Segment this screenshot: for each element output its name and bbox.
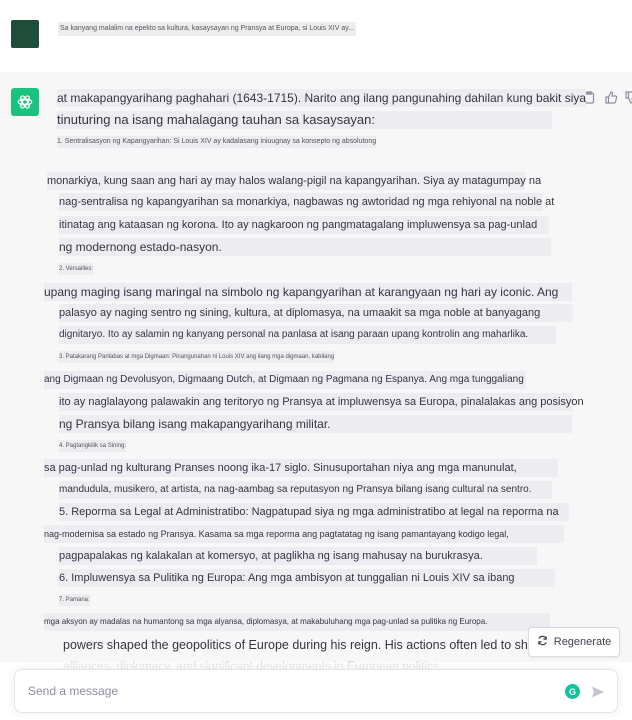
response-line: at makapangyarihang paghahari (1643-1715… [57,89,587,107]
response-line: upang maging isang maringal na simbolo n… [44,283,572,301]
regenerate-button[interactable]: Regenerate [528,627,620,657]
response-line: 2. Versailles: [59,263,94,275]
regenerate-label: Regenerate [553,636,612,648]
response-line: ito ay naglalayong palawakin ang teritor… [59,393,584,411]
response-line: pagpapalakas ng kalakalan at komersyo, a… [59,547,537,565]
response-line: 5. Reporma sa Legal at Administratibo: N… [59,503,569,521]
response-line: 7. Pamana: [59,594,90,606]
message-input-placeholder: Send a message [28,684,119,698]
message-input[interactable]: Send a message G [14,669,618,713]
response-line: mga aksyon ay madalas na humantong sa mg… [44,613,550,631]
response-line: ang Digmaan ng Devolusyon, Digmaang Dutc… [44,371,526,389]
response-line: ng modernong estado-nasyon. [59,238,551,256]
user-message-text: Sa kanyang malalim na epekto sa kultura,… [58,22,357,36]
response-line: 4. Pagtangkilik sa Sining: [59,440,127,452]
response-line: nag-sentralisa ng kapangyarihan sa monar… [59,193,554,211]
response-line: powers shaped the geopolitics of Europe … [63,638,558,652]
user-avatar [11,20,39,48]
response-line: monarkiya, kung saan ang hari ay may hal… [47,172,541,190]
response-line: dignitaryo. Ito ay salamin ng kanyang pe… [59,326,556,344]
response-line: nag-modernisa sa estado ng Pransya. Kasa… [44,525,564,543]
response-line: itinatag ang kataasan ng korona. Ito ay … [59,216,549,234]
response-line: 3. Patakarang Panlabas at mga Digmaan: P… [59,351,335,363]
thumbs-up-icon[interactable] [604,90,618,104]
grammarly-icon[interactable]: G [565,684,580,699]
refresh-icon [537,635,548,649]
response-line: sa pag-unlad ng kulturang Pranses noong … [44,459,558,477]
response-line: ng Pransya bilang isang makapangyarihang… [59,415,572,433]
response-line: 1. Sentralisasyon ng Kapangyarihan: Si L… [57,136,377,148]
response-line: 6. Impluwensya sa Pulitika ng Europa: An… [59,569,555,587]
paper-plane-icon[interactable] [591,685,605,699]
response-line: mandudula, musikero, at artista, na nag-… [59,481,552,499]
response-line: tinuturing na isang mahalagang tauhan sa… [57,111,552,129]
openai-logo-icon [11,88,39,116]
thumbs-down-icon[interactable] [624,90,632,104]
response-line: palasyo ay naging sentro ng sining, kult… [59,304,573,322]
user-message-row: Sa kanyang malalim na epekto sa kultura,… [0,0,632,73]
